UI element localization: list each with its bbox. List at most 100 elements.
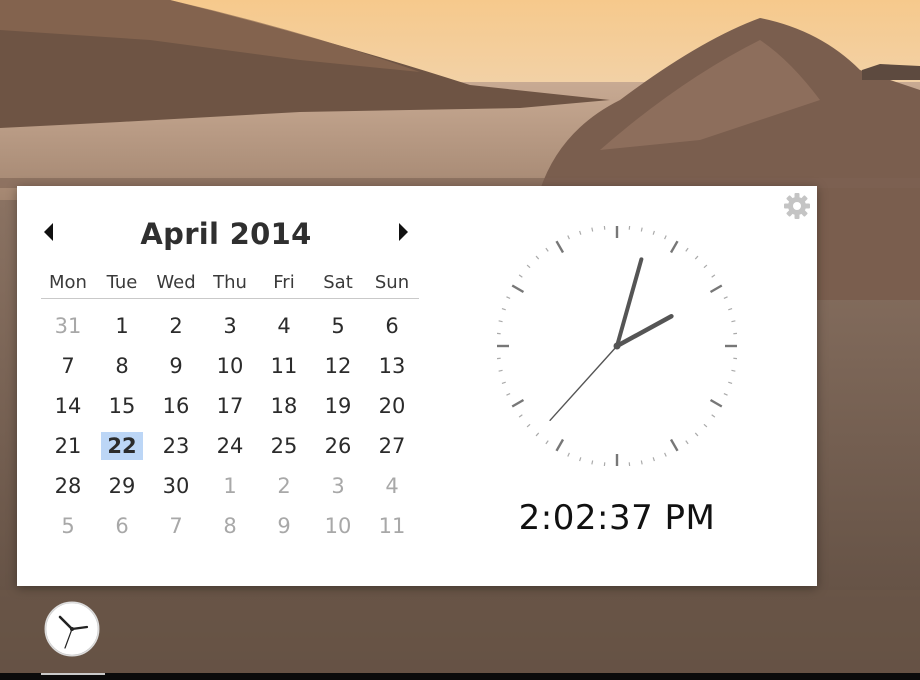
day-cell[interactable]: 7	[149, 506, 203, 546]
day-number: 3	[223, 314, 237, 338]
day-cell[interactable]: 23	[149, 426, 203, 466]
active-app-indicator	[41, 673, 105, 675]
day-cell[interactable]: 31	[41, 306, 95, 346]
minute-tick	[711, 274, 716, 278]
day-cell[interactable]: 4	[257, 306, 311, 346]
hour-tick	[669, 438, 679, 452]
day-cell[interactable]: 8	[203, 506, 257, 546]
minute-tick	[545, 440, 549, 445]
day-cell[interactable]: 7	[41, 346, 95, 386]
day-cell[interactable]: 14	[41, 386, 95, 426]
minute-tick	[501, 308, 506, 311]
day-cell[interactable]: 3	[203, 306, 257, 346]
day-number: 28	[54, 474, 82, 498]
day-number: 11	[270, 354, 298, 378]
day-cell[interactable]: 12	[311, 346, 365, 386]
left-triangle-icon[interactable]	[40, 220, 60, 244]
day-number: 5	[331, 314, 345, 338]
day-cell[interactable]: 10	[203, 346, 257, 386]
shelf-bar	[0, 673, 920, 680]
weekday-label: Mon	[49, 272, 87, 293]
day-number: 1	[223, 474, 237, 498]
day-cell[interactable]: 25	[257, 426, 311, 466]
day-cell[interactable]: 9	[149, 346, 203, 386]
clock-center-dot	[613, 342, 621, 350]
day-cell[interactable]: 6	[95, 506, 149, 546]
day-number: 5	[61, 514, 75, 538]
day-cell[interactable]: 24	[203, 426, 257, 466]
day-number: 7	[169, 514, 183, 538]
day-cell[interactable]: 19	[311, 386, 365, 426]
day-number: 14	[54, 394, 82, 418]
day-cell-today[interactable]: 22	[95, 426, 149, 466]
day-cell[interactable]: 1	[95, 306, 149, 346]
minute-tick	[685, 247, 689, 252]
minute-tick	[567, 452, 570, 457]
day-number: 25	[270, 434, 298, 458]
minute-tick	[498, 320, 503, 323]
day-cell[interactable]: 18	[257, 386, 311, 426]
day-number: 4	[277, 314, 291, 338]
day-cell[interactable]: 16	[149, 386, 203, 426]
day-cell[interactable]: 13	[365, 346, 419, 386]
minute-tick	[535, 255, 540, 260]
month-title: April 2014	[140, 217, 312, 251]
day-number: 8	[115, 354, 129, 378]
day-number: 30	[162, 474, 190, 498]
day-number: 20	[378, 394, 406, 418]
day-cell[interactable]: 11	[365, 506, 419, 546]
day-cell[interactable]: 4	[365, 466, 419, 506]
minute-tick	[731, 369, 736, 372]
day-cell[interactable]: 11	[257, 346, 311, 386]
day-cell[interactable]: 6	[365, 306, 419, 346]
day-number: 9	[169, 354, 183, 378]
minute-tick	[501, 381, 506, 384]
minute-tick	[591, 227, 594, 232]
day-cell[interactable]: 28	[41, 466, 95, 506]
day-cell[interactable]: 30	[149, 466, 203, 506]
minute-tick	[526, 423, 531, 428]
minute-tick	[703, 423, 708, 428]
minute-tick	[498, 369, 503, 372]
weekday-label: Fri	[273, 272, 295, 293]
day-cell[interactable]: 8	[95, 346, 149, 386]
day-number: 22	[101, 432, 143, 460]
minute-tick	[728, 308, 733, 311]
day-cell[interactable]: 2	[149, 306, 203, 346]
day-cell[interactable]: 29	[95, 466, 149, 506]
minute-tick	[640, 460, 643, 465]
day-number: 21	[54, 434, 82, 458]
minute-tick	[694, 255, 699, 260]
day-cell[interactable]: 27	[365, 426, 419, 466]
hour-tick	[555, 438, 565, 452]
weekday-label: Wed	[156, 272, 196, 293]
day-cell[interactable]: 1	[203, 466, 257, 506]
day-cell[interactable]: 5	[311, 306, 365, 346]
day-number: 7	[61, 354, 75, 378]
gear-icon[interactable]	[783, 192, 811, 220]
minute-tick	[728, 381, 733, 384]
day-number: 26	[324, 434, 352, 458]
minute-tick	[579, 457, 582, 462]
day-cell[interactable]: 3	[311, 466, 365, 506]
hour-tick	[511, 284, 525, 294]
day-cell[interactable]: 17	[203, 386, 257, 426]
day-number: 3	[331, 474, 345, 498]
day-cell[interactable]: 10	[311, 506, 365, 546]
day-cell[interactable]: 21	[41, 426, 95, 466]
day-cell[interactable]: 5	[41, 506, 95, 546]
day-cell[interactable]: 26	[311, 426, 365, 466]
minute-tick	[518, 414, 523, 418]
day-number: 31	[54, 314, 82, 338]
day-cell[interactable]: 15	[95, 386, 149, 426]
day-cell[interactable]: 9	[257, 506, 311, 546]
minute-tick	[652, 457, 655, 462]
clock-icon[interactable]	[43, 600, 101, 658]
day-number: 10	[216, 354, 244, 378]
minute-tick	[506, 296, 511, 299]
day-number: 11	[378, 514, 406, 538]
day-cell[interactable]: 20	[365, 386, 419, 426]
right-triangle-icon[interactable]	[392, 220, 412, 244]
day-cell[interactable]: 2	[257, 466, 311, 506]
minute-tick	[703, 264, 708, 269]
